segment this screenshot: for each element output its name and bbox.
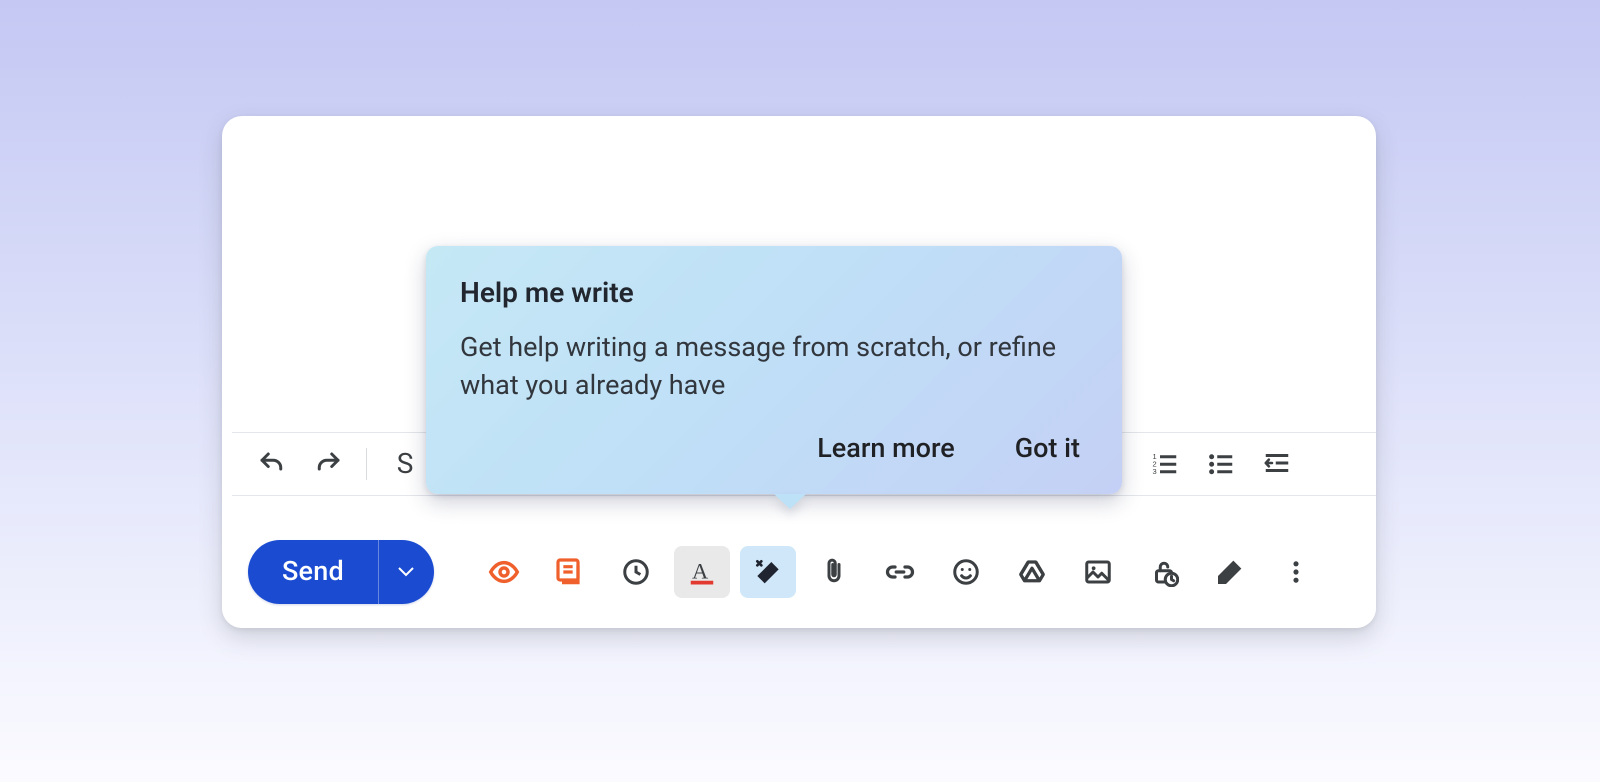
send-split-button: Send <box>248 540 434 604</box>
svg-text:3: 3 <box>1153 467 1157 476</box>
confidential-mode-icon[interactable] <box>1136 546 1192 598</box>
learn-more-button[interactable]: Learn more <box>809 429 962 468</box>
page-root: S 1 2 3 <box>0 0 1600 782</box>
insert-image-icon[interactable] <box>1070 546 1126 598</box>
callout-title: Help me write <box>460 276 1088 310</box>
insert-link-icon[interactable] <box>872 546 928 598</box>
send-button[interactable]: Send <box>248 540 378 604</box>
numbered-list-button[interactable]: 1 2 3 <box>1139 444 1191 484</box>
help-me-write-button[interactable] <box>740 546 796 598</box>
insert-emoji-icon[interactable] <box>938 546 994 598</box>
undo-button[interactable] <box>246 444 298 484</box>
attach-file-icon[interactable] <box>806 546 862 598</box>
help-me-write-callout: Help me write Get help writing a message… <box>426 246 1122 494</box>
callout-body: Get help writing a message from scratch,… <box>460 328 1088 406</box>
send-more-options-button[interactable] <box>378 540 434 604</box>
templates-icon[interactable] <box>542 546 598 598</box>
schedule-clock-icon[interactable] <box>608 546 664 598</box>
formatting-options-button[interactable]: A <box>674 546 730 598</box>
compose-card: S 1 2 3 <box>222 116 1376 628</box>
redo-button[interactable] <box>302 444 354 484</box>
insert-drive-icon[interactable] <box>1004 546 1060 598</box>
got-it-button[interactable]: Got it <box>1007 429 1088 468</box>
font-letter: S <box>397 450 414 478</box>
callout-actions: Learn more Got it <box>460 429 1088 468</box>
action-toolbar: Send <box>222 516 1376 628</box>
svg-text:A: A <box>692 558 709 583</box>
indent-decrease-button[interactable] <box>1251 444 1303 484</box>
toolbar-divider <box>366 448 367 480</box>
insert-signature-icon[interactable] <box>1202 546 1258 598</box>
bulleted-list-button[interactable] <box>1195 444 1247 484</box>
more-options-icon[interactable] <box>1268 546 1324 598</box>
visibility-eye-icon[interactable] <box>476 546 532 598</box>
font-family-button[interactable]: S <box>379 444 431 484</box>
